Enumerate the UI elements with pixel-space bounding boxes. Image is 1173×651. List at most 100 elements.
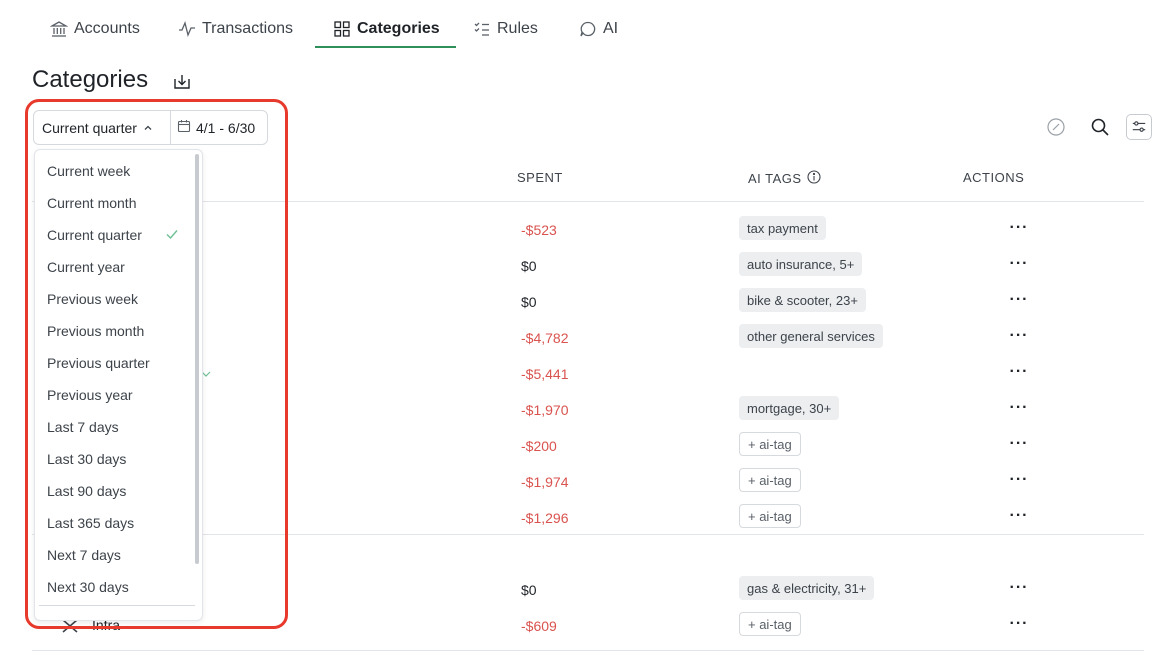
dropdown-scrollbar[interactable]: [195, 154, 199, 564]
spent-value: -$1,296: [521, 510, 569, 526]
tab-accounts[interactable]: Accounts: [50, 10, 140, 48]
spent-value: -$1,970: [521, 402, 569, 418]
period-dropdown-menu: Current week Current month Current quart…: [34, 149, 203, 621]
info-icon[interactable]: [807, 170, 821, 187]
spent-value: $0: [521, 258, 537, 274]
column-header-actions: ACTIONS: [963, 170, 1024, 185]
tab-transactions-label: Transactions: [202, 20, 293, 37]
dropdown-option[interactable]: Next 7 days: [35, 539, 195, 571]
chevron-up-icon: [143, 120, 153, 136]
more-actions-icon[interactable]: ···: [1009, 256, 1029, 273]
more-actions-icon[interactable]: ···: [1009, 400, 1029, 417]
dropdown-option-label: Last 30 days: [47, 451, 127, 467]
period-picker: Current quarter 4/1 - 6/30: [33, 110, 268, 145]
column-header-spent-label: SPENT: [517, 170, 563, 185]
column-header-actions-label: ACTIONS: [963, 170, 1025, 185]
date-range-value: 4/1 - 6/30: [196, 119, 256, 136]
add-ai-tag-button[interactable]: + ai-tag: [739, 432, 801, 456]
dropdown-divider: [39, 605, 195, 606]
spent-value: -$200: [521, 438, 557, 454]
more-actions-icon[interactable]: ···: [1009, 472, 1029, 489]
dropdown-option[interactable]: Previous year: [35, 379, 195, 411]
more-actions-icon[interactable]: ···: [1009, 616, 1029, 633]
grid-icon: [333, 20, 351, 38]
ai-tag[interactable]: bike & scooter, 23+: [739, 288, 866, 312]
dropdown-option-label: Last 90 days: [47, 483, 127, 499]
check-icon: [165, 227, 179, 241]
dropdown-option-label: Next 7 days: [47, 547, 121, 563]
dropdown-option-label: Last 365 days: [47, 515, 135, 531]
dropdown-option[interactable]: Last 90 days: [35, 475, 195, 507]
dropdown-option[interactable]: Previous month: [35, 315, 195, 347]
spent-value: -$4,782: [521, 330, 569, 346]
spent-value: -$1,974: [521, 474, 569, 490]
ai-tag[interactable]: gas & electricity, 31+: [739, 576, 875, 600]
dropdown-option[interactable]: Last 365 days: [35, 507, 195, 539]
column-header-ai-tags[interactable]: AI TAGS: [748, 170, 821, 187]
dropdown-option-label: Current month: [47, 195, 137, 211]
more-actions-icon[interactable]: ···: [1009, 220, 1029, 237]
dropdown-option[interactable]: Previous quarter: [35, 347, 195, 379]
top-nav: Accounts Transactions Categories Rules A…: [0, 0, 1173, 50]
chat-bubble-icon: [579, 20, 597, 38]
tab-rules[interactable]: Rules: [473, 10, 538, 48]
calendar-icon: [177, 119, 191, 136]
ai-tag[interactable]: mortgage, 30+: [739, 396, 840, 420]
compass-icon[interactable]: [1045, 116, 1067, 138]
dropdown-option[interactable]: Current year: [35, 251, 195, 283]
more-actions-icon[interactable]: ···: [1009, 436, 1029, 453]
tab-transactions[interactable]: Transactions: [178, 10, 293, 48]
more-actions-icon[interactable]: ···: [1009, 364, 1029, 381]
dropdown-option-label: Current quarter: [47, 227, 142, 243]
ai-tag[interactable]: other general services: [739, 324, 883, 348]
spent-value: -$523: [521, 222, 557, 238]
add-ai-tag-button[interactable]: + ai-tag: [739, 468, 801, 492]
more-actions-icon[interactable]: ···: [1009, 508, 1029, 525]
dropdown-option[interactable]: Current week: [35, 155, 195, 187]
dropdown-option-label: Previous quarter: [47, 355, 150, 371]
spent-value: -$609: [521, 618, 557, 634]
dropdown-option[interactable]: Current month: [35, 187, 195, 219]
active-tab-indicator: [315, 46, 456, 48]
dropdown-option[interactable]: Last 7 days: [35, 411, 195, 443]
dropdown-option-selected[interactable]: Current quarter: [35, 219, 195, 251]
page-title: Categories: [32, 66, 149, 93]
more-actions-icon[interactable]: ···: [1009, 292, 1029, 309]
period-select-value: Current quarter: [42, 119, 137, 136]
tab-categories-label: Categories: [357, 20, 440, 37]
date-range-button[interactable]: 4/1 - 6/30: [171, 111, 267, 144]
spent-value: -$5,441: [521, 366, 569, 382]
bank-icon: [50, 20, 68, 38]
dropdown-option-label: Current year: [47, 259, 125, 275]
tab-ai-label: AI: [603, 20, 619, 37]
dropdown-option-label: Previous week: [47, 291, 139, 307]
download-icon[interactable]: [172, 72, 192, 92]
spent-value: $0: [521, 582, 537, 598]
checklist-icon: [473, 20, 491, 38]
filter-settings-icon[interactable]: [1126, 114, 1152, 140]
dropdown-option[interactable]: Next 30 days: [35, 571, 195, 603]
dropdown-option[interactable]: Previous week: [35, 283, 195, 315]
dropdown-option-label: Previous year: [47, 387, 133, 403]
dropdown-option-label: Next 30 days: [47, 579, 129, 595]
spent-value: $0: [521, 294, 537, 310]
more-actions-icon[interactable]: ···: [1009, 328, 1029, 345]
ai-tag[interactable]: tax payment: [739, 216, 826, 240]
tab-rules-label: Rules: [497, 20, 538, 37]
column-header-ai-tags-label: AI TAGS: [748, 171, 802, 186]
dropdown-option-label: Last 7 days: [47, 419, 119, 435]
column-header-spent[interactable]: SPENT: [517, 170, 563, 185]
more-actions-icon[interactable]: ···: [1009, 580, 1029, 597]
dropdown-option[interactable]: Last 30 days: [35, 443, 195, 475]
ai-tag[interactable]: auto insurance, 5+: [739, 252, 863, 276]
tab-accounts-label: Accounts: [74, 20, 140, 37]
add-ai-tag-button[interactable]: + ai-tag: [739, 612, 801, 636]
dropdown-option-label: Previous month: [47, 323, 145, 339]
activity-icon: [178, 20, 196, 38]
tab-ai[interactable]: AI: [579, 10, 618, 48]
period-select[interactable]: Current quarter: [34, 111, 171, 144]
tab-categories[interactable]: Categories: [333, 10, 440, 48]
add-ai-tag-button[interactable]: + ai-tag: [739, 504, 801, 528]
dropdown-option-label: Current week: [47, 163, 131, 179]
search-icon[interactable]: [1089, 116, 1111, 138]
